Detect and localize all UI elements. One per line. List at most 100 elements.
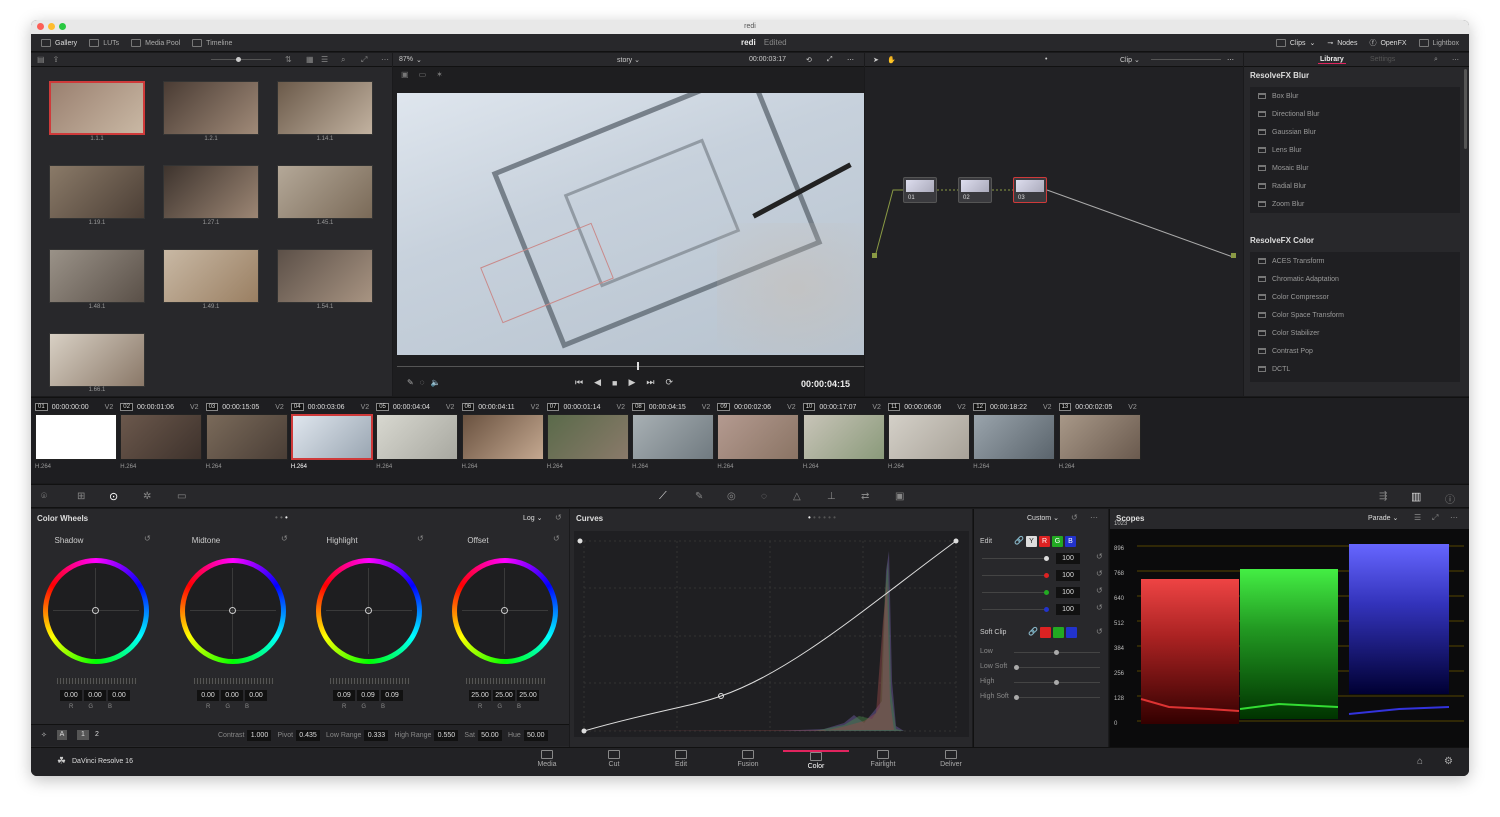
intensity-knob[interactable] (1044, 607, 1049, 612)
fx-item[interactable]: Chromatic Adaptation (1250, 270, 1460, 288)
link-icon[interactable]: 🔗 (1028, 627, 1038, 636)
wheel-puck[interactable] (229, 607, 236, 614)
still-thumbnail[interactable] (277, 249, 373, 303)
wheel-value-field[interactable]: 0.00 (84, 690, 106, 701)
channel-b-chip[interactable]: B (1065, 536, 1076, 547)
clip-thumbnail[interactable] (461, 414, 544, 460)
fx-item[interactable]: Box Blur (1250, 87, 1460, 105)
wheel-value-field[interactable]: 0.00 (60, 690, 82, 701)
soft-clip-knob[interactable] (1014, 695, 1019, 700)
more-options-icon[interactable]: ⋯ (847, 56, 854, 64)
page-tab-fusion[interactable]: Fusion (715, 750, 781, 768)
wheel-value-field[interactable]: 0.00 (108, 690, 130, 701)
lightbox-button[interactable]: Lightbox (1413, 35, 1465, 51)
fx-item[interactable]: ACES Transform (1250, 252, 1460, 270)
more-options-icon[interactable]: ⋯ (381, 55, 389, 64)
motion-effects-icon[interactable]: ⇶ (1379, 491, 1387, 502)
reset-icon[interactable]: ↺ (1096, 569, 1103, 578)
fullscreen-icon[interactable]: ⤢ (1432, 513, 1438, 523)
volume-icon[interactable]: 🔈 (430, 378, 440, 387)
intensity-knob[interactable] (1044, 573, 1049, 578)
master-wheel[interactable] (194, 678, 274, 684)
qualifier-icon[interactable]: ✎ (695, 491, 703, 502)
fx-item[interactable]: Radial Blur (1250, 177, 1460, 195)
openfx-button[interactable]: ⓕ OpenFX (1363, 35, 1412, 51)
color-wheel[interactable] (43, 558, 149, 664)
reset-icon[interactable]: ↺ (1096, 586, 1103, 595)
luts-tab[interactable]: LUTs (83, 35, 125, 51)
page-tab-deliver[interactable]: Deliver (918, 750, 984, 768)
nodes-button[interactable]: ⊸ Nodes (1321, 35, 1363, 51)
reset-icon[interactable]: ↺ (1096, 552, 1103, 561)
split-screen-icon[interactable]: ▣ (401, 70, 409, 79)
wheel-puck[interactable] (501, 607, 508, 614)
magic-mask-icon[interactable]: △ (793, 491, 801, 502)
param-value-field[interactable]: 1.000 (247, 730, 272, 741)
media-pool-tab[interactable]: Media Pool (125, 35, 186, 51)
fx-item[interactable]: Color Space Transform (1250, 306, 1460, 324)
clip-thumbnail[interactable] (717, 414, 800, 460)
page-tab-cut[interactable]: Cut (581, 750, 647, 768)
intensity-slider[interactable] (982, 592, 1048, 593)
soft-clip-knob[interactable] (1054, 680, 1059, 685)
clip-thumbnail[interactable] (802, 414, 885, 460)
scope-settings-icon[interactable]: ☰ (1414, 513, 1421, 522)
search-icon[interactable]: ⌕ (1434, 56, 1438, 64)
gallery-tab[interactable]: Gallery (35, 35, 83, 51)
fx-item[interactable]: DCTL (1250, 360, 1460, 378)
still-thumbnail[interactable] (163, 249, 259, 303)
auto-button[interactable]: A (57, 730, 67, 740)
clip-thumbnail[interactable] (888, 414, 970, 460)
soft-clip-slider[interactable] (1014, 667, 1100, 668)
channel-y-chip[interactable]: Y (1026, 536, 1037, 547)
wheel-value-field[interactable]: 25.00 (493, 690, 515, 701)
page-2-button[interactable]: 2 (91, 730, 103, 740)
intensity-knob[interactable] (1044, 590, 1049, 595)
wheel-puck[interactable] (92, 607, 99, 614)
go-to-start-icon[interactable]: ⏮ (575, 377, 583, 388)
param-value-field[interactable]: 0.550 (434, 730, 459, 741)
page-tab-media[interactable]: Media (514, 750, 580, 768)
wipe-icon[interactable]: ▭ (419, 70, 427, 79)
intensity-value-field[interactable]: 100 (1056, 604, 1080, 615)
clip-thumbnail[interactable] (973, 414, 1056, 460)
window-icon[interactable]: ◎ (727, 491, 736, 502)
clip-thumbnail[interactable] (205, 414, 288, 460)
wheel-mode-selector[interactable]: Log ⌄ (523, 514, 543, 522)
still-thumbnail[interactable] (49, 81, 145, 135)
loop-playback-icon[interactable]: ⟳ (666, 377, 674, 388)
wheel-value-field[interactable]: 0.09 (381, 690, 403, 701)
minimize-icon[interactable] (48, 23, 55, 30)
soft-clip-slider[interactable] (1014, 697, 1100, 698)
tab-settings[interactable]: Settings (1370, 56, 1395, 63)
intensity-slider[interactable] (982, 609, 1048, 610)
highlight-icon[interactable]: ✶ (436, 70, 443, 79)
grid-view-icon[interactable]: ▦ (306, 55, 314, 64)
param-value-field[interactable]: 50.00 (523, 730, 548, 741)
wheel-value-field[interactable]: 0.00 (221, 690, 243, 701)
page-1-button[interactable]: 1 (77, 730, 89, 740)
gear-icon[interactable]: ⚙ (1444, 756, 1453, 767)
curves-graph[interactable] (574, 531, 969, 737)
fx-item[interactable]: Color Compressor (1250, 288, 1460, 306)
tracker-icon[interactable]: ◌ (761, 491, 767, 502)
still-thumbnail[interactable] (277, 165, 373, 219)
sizing-icon[interactable]: ▣ (895, 491, 904, 502)
still-thumbnail[interactable] (163, 81, 259, 135)
link-icon[interactable]: 🔗 (1014, 536, 1024, 545)
master-wheel[interactable] (466, 678, 546, 684)
clip-thumbnail[interactable] (290, 414, 373, 460)
channel-r-chip[interactable]: R (1039, 536, 1050, 547)
reset-icon[interactable]: ↺ (553, 534, 560, 543)
wheel-value-field[interactable]: 25.00 (469, 690, 491, 701)
more-options-icon[interactable]: ⋯ (1450, 513, 1458, 522)
clip-thumbnail[interactable] (376, 414, 459, 460)
fullscreen-icon[interactable]: ⤢ (361, 55, 367, 65)
clip-thumbnail[interactable] (35, 414, 117, 460)
soft-clip-knob[interactable] (1014, 665, 1019, 670)
color-wheel[interactable] (180, 558, 286, 664)
scrollbar[interactable] (1464, 69, 1467, 149)
reset-icon[interactable]: ↺ (1096, 603, 1103, 612)
blur-icon[interactable]: ⊥ (827, 491, 836, 502)
sidebar-toggle-icon[interactable]: ▤ (37, 55, 45, 64)
